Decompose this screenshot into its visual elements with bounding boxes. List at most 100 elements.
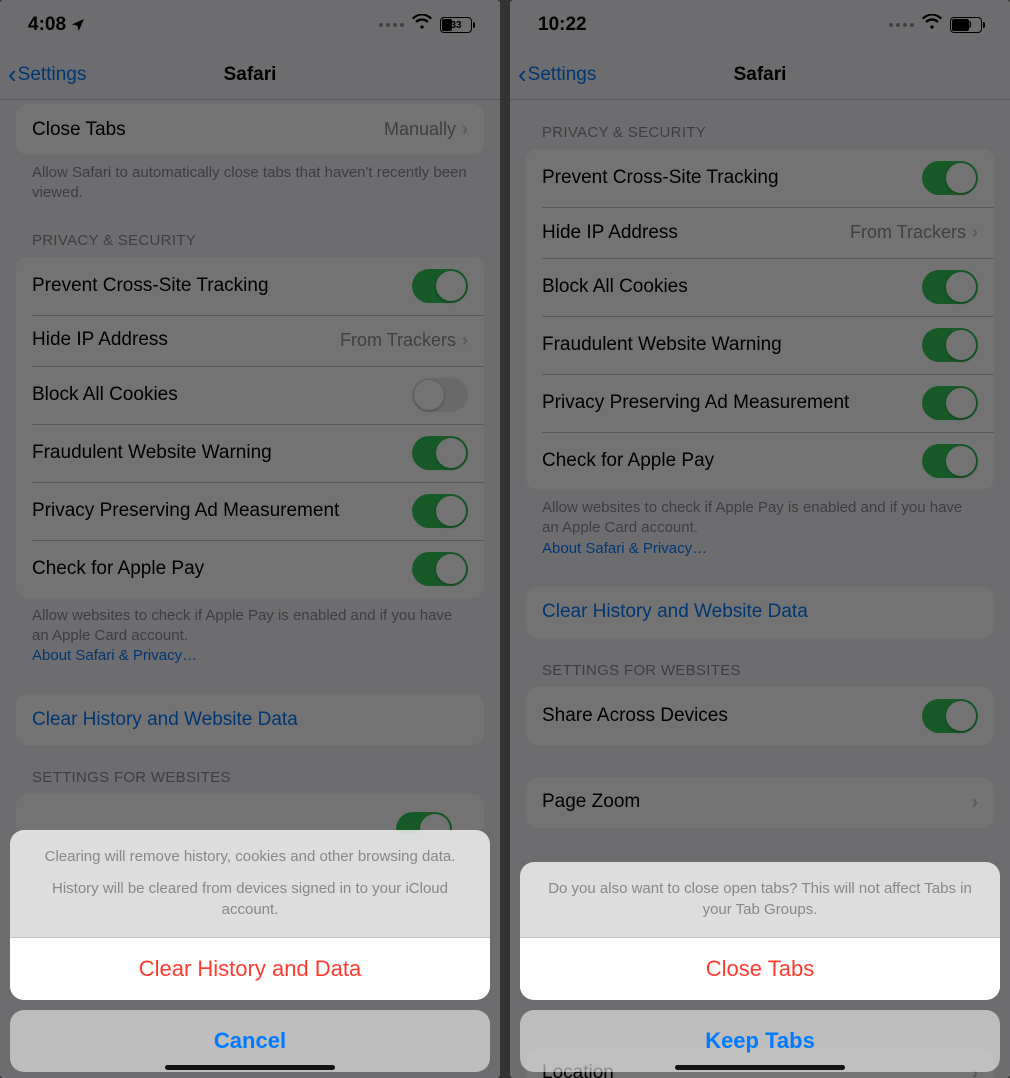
chevron-right-icon: ›	[972, 222, 978, 243]
cellular-icon	[379, 23, 404, 27]
sheet-message: Clearing will remove history, cookies an…	[10, 830, 490, 938]
back-button[interactable]: ‹ Settings	[8, 59, 86, 90]
close-tabs-row[interactable]: Close Tabs Manually ›	[16, 104, 484, 155]
hide-ip-value: From Trackers	[850, 222, 966, 243]
nav-bar: ‹ Settings Safari	[0, 50, 500, 100]
prevent-switch[interactable]	[412, 269, 468, 303]
action-sheet: Do you also want to close open tabs? Thi…	[520, 862, 1000, 1073]
clear-history-label: Clear History and Website Data	[542, 601, 808, 623]
hide-ip-row[interactable]: Hide IP Address From Trackers ›	[16, 315, 484, 366]
back-button[interactable]: ‹ Settings	[518, 59, 596, 90]
clear-btn-label: Clear History and Data	[139, 956, 362, 982]
status-bar: 10:22 60	[510, 0, 1010, 50]
cancel-label: Cancel	[214, 1028, 286, 1054]
chevron-right-icon: ›	[462, 119, 468, 140]
status-time: 10:22	[538, 14, 587, 36]
fraud-switch[interactable]	[412, 436, 468, 470]
page-zoom-row[interactable]: Page Zoom ›	[526, 777, 994, 828]
privacy-footer-text: Allow websites to check if Apple Pay is …	[542, 499, 962, 536]
prevent-tracking-row[interactable]: Prevent Cross-Site Tracking	[526, 149, 994, 207]
block-cookies-label: Block All Cookies	[32, 384, 412, 406]
ppam-label: Privacy Preserving Ad Measurement	[32, 500, 412, 522]
privacy-footer-text: Allow websites to check if Apple Pay is …	[32, 607, 452, 644]
battery-icon: 60	[950, 17, 982, 33]
hide-ip-value: From Trackers	[340, 330, 456, 351]
privacy-footer: Allow websites to check if Apple Pay is …	[510, 490, 1010, 563]
phone-right: 10:22 60 ‹ Settings Safari Privacy & Sec…	[510, 0, 1010, 1078]
back-label: Settings	[18, 64, 87, 86]
status-bar: 4:08 33	[0, 0, 500, 50]
location-icon	[70, 17, 86, 33]
block-cookies-label: Block All Cookies	[542, 276, 922, 298]
prevent-label: Prevent Cross-Site Tracking	[32, 275, 412, 297]
battery-icon: 33	[440, 17, 472, 33]
home-indicator[interactable]	[165, 1065, 335, 1070]
action-sheet: Clearing will remove history, cookies an…	[10, 830, 490, 1072]
cancel-button[interactable]: Cancel	[10, 1010, 490, 1072]
hide-ip-label: Hide IP Address	[32, 329, 340, 351]
clear-history-row[interactable]: Clear History and Website Data	[526, 587, 994, 638]
prevent-label: Prevent Cross-Site Tracking	[542, 167, 922, 189]
ppam-switch[interactable]	[922, 386, 978, 420]
fraud-switch[interactable]	[922, 328, 978, 362]
chevron-right-icon: ›	[462, 330, 468, 351]
ppam-label: Privacy Preserving Ad Measurement	[542, 392, 922, 414]
hide-ip-row[interactable]: Hide IP Address From Trackers ›	[526, 207, 994, 258]
hide-ip-label: Hide IP Address	[542, 222, 850, 244]
apple-pay-row[interactable]: Check for Apple Pay	[526, 432, 994, 490]
ppam-row[interactable]: Privacy Preserving Ad Measurement	[526, 374, 994, 432]
chevron-right-icon: ›	[972, 792, 978, 813]
ppam-row[interactable]: Privacy Preserving Ad Measurement	[16, 482, 484, 540]
fraud-row[interactable]: Fraudulent Website Warning	[526, 316, 994, 374]
apple-pay-label: Check for Apple Pay	[542, 450, 922, 472]
close-tabs-label: Close Tabs	[32, 119, 384, 141]
privacy-header: Privacy & Security	[0, 208, 500, 257]
page-zoom-label: Page Zoom	[542, 791, 972, 813]
block-cookies-switch[interactable]	[922, 270, 978, 304]
websites-header: Settings for Websites	[0, 745, 500, 794]
share-switch[interactable]	[922, 699, 978, 733]
share-devices-row[interactable]: Share Across Devices	[526, 687, 994, 745]
block-cookies-row[interactable]: Block All Cookies	[16, 366, 484, 424]
clear-history-row[interactable]: Clear History and Website Data	[16, 694, 484, 745]
privacy-header: Privacy & Security	[510, 100, 1010, 149]
websites-header: Settings for Websites	[510, 638, 1010, 687]
privacy-link[interactable]: About Safari & Privacy…	[32, 647, 197, 664]
privacy-link[interactable]: About Safari & Privacy…	[542, 540, 707, 557]
privacy-footer: Allow websites to check if Apple Pay is …	[0, 598, 500, 671]
sheet-msg-line2: History will be cleared from devices sig…	[30, 878, 470, 922]
fraud-label: Fraudulent Website Warning	[32, 442, 412, 464]
fraud-row[interactable]: Fraudulent Website Warning	[16, 424, 484, 482]
prevent-switch[interactable]	[922, 161, 978, 195]
battery-percent: 33	[441, 18, 471, 32]
keep-tabs-button[interactable]: Keep Tabs	[520, 1010, 1000, 1072]
sheet-message: Do you also want to close open tabs? Thi…	[520, 862, 1000, 939]
clear-history-and-data-button[interactable]: Clear History and Data	[10, 938, 490, 1000]
close-tabs-label: Close Tabs	[706, 956, 814, 982]
phone-left: 4:08 33 ‹ Settings Safari	[0, 0, 500, 1078]
wifi-icon	[412, 14, 432, 36]
home-indicator[interactable]	[675, 1065, 845, 1070]
battery-percent: 60	[951, 18, 981, 32]
apple-pay-row[interactable]: Check for Apple Pay	[16, 540, 484, 598]
prevent-tracking-row[interactable]: Prevent Cross-Site Tracking	[16, 257, 484, 315]
chevron-left-icon: ‹	[518, 59, 527, 90]
chevron-left-icon: ‹	[8, 59, 17, 90]
sheet-msg-line1: Clearing will remove history, cookies an…	[30, 846, 470, 868]
close-tabs-button[interactable]: Close Tabs	[520, 938, 1000, 1000]
block-cookies-switch[interactable]	[412, 378, 468, 412]
clear-history-label: Clear History and Website Data	[32, 709, 298, 731]
close-tabs-footer: Allow Safari to automatically close tabs…	[0, 155, 500, 208]
nav-bar: ‹ Settings Safari	[510, 50, 1010, 100]
status-time: 4:08	[28, 14, 66, 36]
close-tabs-value: Manually	[384, 119, 456, 140]
apple-pay-switch[interactable]	[412, 552, 468, 586]
block-cookies-row[interactable]: Block All Cookies	[526, 258, 994, 316]
sheet-msg-text: Do you also want to close open tabs? Thi…	[548, 880, 972, 919]
ppam-switch[interactable]	[412, 494, 468, 528]
apple-pay-switch[interactable]	[922, 444, 978, 478]
share-label: Share Across Devices	[542, 705, 922, 727]
keep-tabs-label: Keep Tabs	[705, 1028, 815, 1054]
fraud-label: Fraudulent Website Warning	[542, 334, 922, 356]
back-label: Settings	[528, 64, 597, 86]
